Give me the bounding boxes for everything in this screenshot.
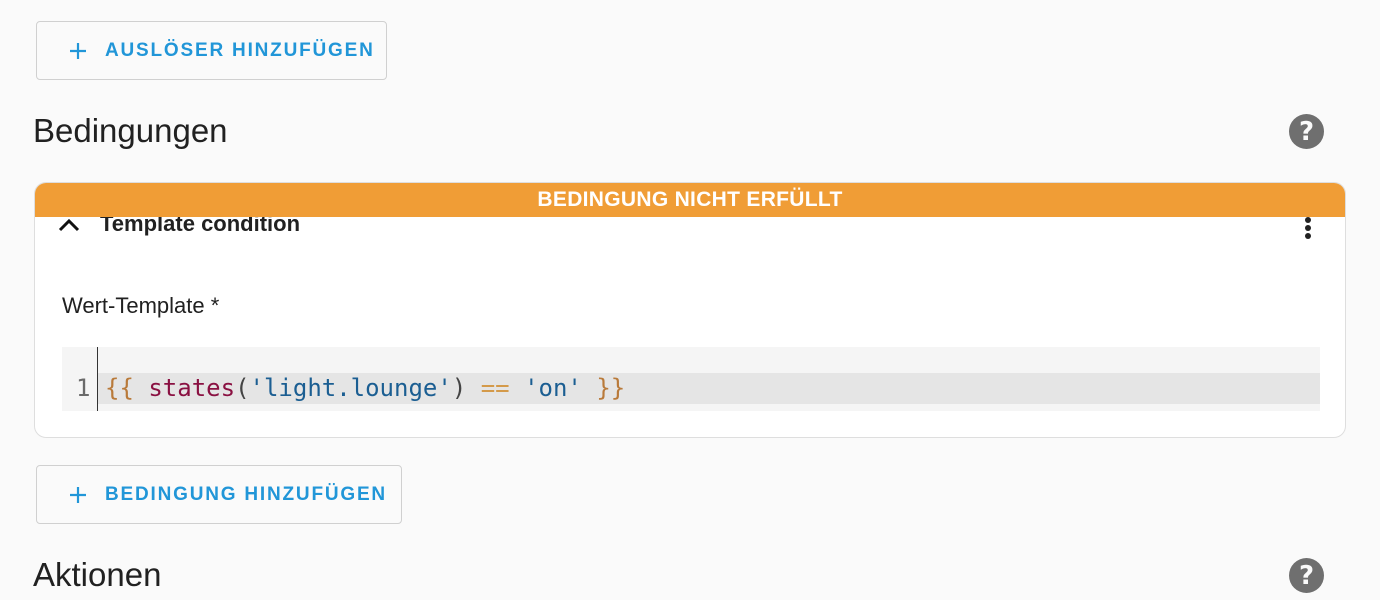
chevron-up-icon[interactable] xyxy=(57,215,81,235)
code-line[interactable]: {{ states('light.lounge') == 'on' }} xyxy=(105,373,625,404)
token-value: 'on' xyxy=(524,374,582,402)
token-paren-open: ( xyxy=(235,374,250,402)
add-trigger-label: AUSLÖSER HINZUFÜGEN xyxy=(105,39,375,61)
value-template-label: Wert-Template * xyxy=(62,293,220,318)
add-trigger-button[interactable]: AUSLÖSER HINZUFÜGEN xyxy=(36,21,387,80)
token-function: states xyxy=(148,374,236,402)
help-circle-icon[interactable]: ? xyxy=(1289,558,1324,593)
plus-icon xyxy=(67,484,89,506)
token-argument: 'light.lounge' xyxy=(249,374,452,402)
line-number: 1 xyxy=(76,374,91,402)
plus-icon xyxy=(67,40,89,62)
status-banner: BEDINGUNG NICHT ERFÜLLT xyxy=(35,183,1345,217)
token-operator: == xyxy=(480,374,510,402)
help-circle-icon[interactable]: ? xyxy=(1289,114,1324,149)
token-paren-close: ) xyxy=(451,374,467,402)
actions-title: Aktionen xyxy=(33,556,162,593)
code-editor[interactable]: 1 {{ states('light.lounge') == 'on' }} xyxy=(62,347,1320,411)
token-open: {{ xyxy=(105,374,134,402)
more-vertical-icon[interactable] xyxy=(1301,217,1315,243)
token-close: }} xyxy=(596,374,626,402)
conditions-title: Bedingungen xyxy=(33,112,228,149)
gutter-divider xyxy=(97,347,98,411)
condition-card: BEDINGUNG NICHT ERFÜLLT Template conditi… xyxy=(34,182,1346,438)
add-condition-label: BEDINGUNG HINZUFÜGEN xyxy=(105,483,387,505)
add-condition-button[interactable]: BEDINGUNG HINZUFÜGEN xyxy=(36,465,402,524)
